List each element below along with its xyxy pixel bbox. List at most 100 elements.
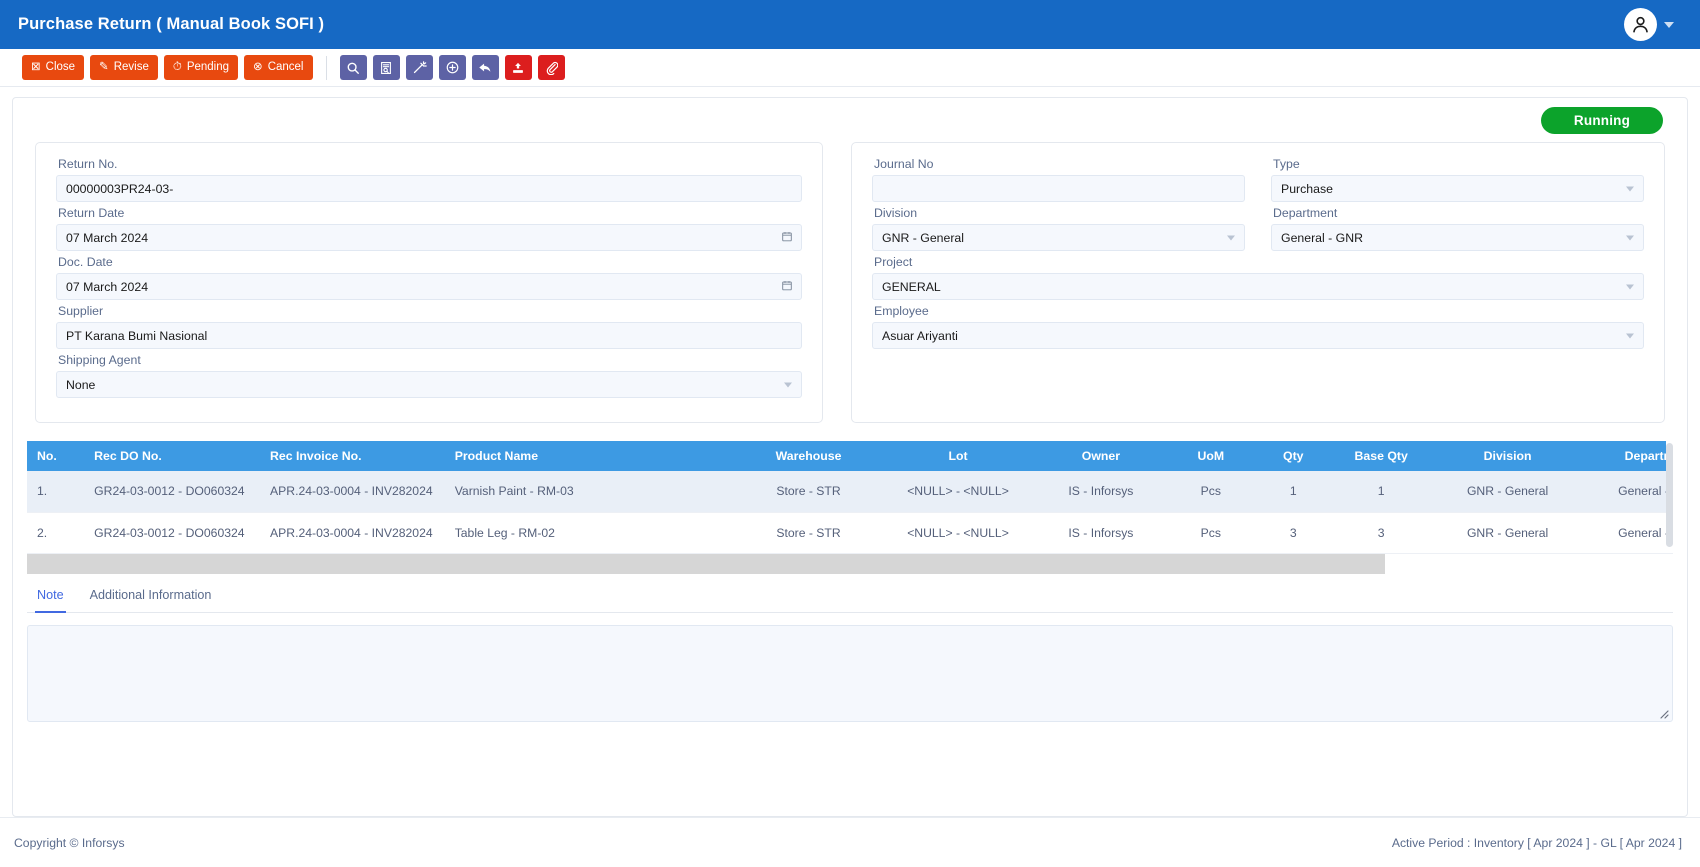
col-rec-do-no[interactable]: Rec DO No. bbox=[84, 441, 261, 471]
col-no[interactable]: No. bbox=[27, 441, 85, 471]
add-button[interactable] bbox=[438, 55, 466, 80]
tab-note[interactable]: Note bbox=[35, 586, 66, 613]
field-return-date: Return Date 07 March 2024 bbox=[56, 206, 802, 251]
revise-button[interactable]: ✎ Revise bbox=[90, 55, 158, 80]
search-button[interactable] bbox=[339, 55, 367, 80]
col-product-name[interactable]: Product Name bbox=[444, 441, 736, 471]
cell-no: 2. bbox=[27, 512, 85, 554]
field-supplier: Supplier PT Karana Bumi Nasional bbox=[56, 304, 802, 349]
cell-uom: Pcs bbox=[1166, 471, 1255, 513]
field-journal-no: Journal No bbox=[872, 157, 1245, 202]
note-textarea[interactable] bbox=[27, 624, 1673, 722]
field-doc-date: Doc. Date 07 March 2024 bbox=[56, 255, 802, 300]
type-label: Type bbox=[1273, 157, 1300, 171]
cell-base-qty: 1 bbox=[1331, 471, 1431, 513]
pencil-square-icon: ✎ bbox=[99, 60, 109, 73]
document-search-button[interactable] bbox=[372, 55, 400, 80]
field-return-no: Return No. 00000003PR24-03- bbox=[56, 157, 802, 202]
chevron-down-icon[interactable] bbox=[1626, 333, 1634, 338]
employee-value: Asuar Ariyanti bbox=[882, 328, 958, 343]
detail-table-viewport[interactable]: No. Rec DO No. Rec Invoice No. Product N… bbox=[27, 441, 1673, 574]
chevron-down-icon[interactable] bbox=[1626, 186, 1634, 191]
horizontal-scrollbar[interactable] bbox=[27, 553, 1385, 574]
journal-no-label: Journal No bbox=[874, 157, 934, 171]
close-box-icon: ⊠ bbox=[31, 60, 41, 73]
supplier-input[interactable]: PT Karana Bumi Nasional bbox=[56, 322, 802, 349]
toolbar-divider bbox=[325, 55, 327, 80]
project-label: Project bbox=[874, 255, 913, 269]
undo-button[interactable] bbox=[471, 55, 499, 80]
left-form-panel: Return No. 00000003PR24-03- Return Date … bbox=[35, 142, 823, 423]
close-button[interactable]: ⊠ Close bbox=[22, 55, 85, 80]
cancel-button[interactable]: ⊗ Cancel bbox=[244, 55, 313, 80]
bottom-tabs-container: Note Additional Information bbox=[27, 586, 1673, 613]
doc-date-label: Doc. Date bbox=[58, 255, 113, 269]
supplier-label: Supplier bbox=[58, 304, 104, 318]
col-lot[interactable]: Lot bbox=[881, 441, 1035, 471]
return-date-input[interactable]: 07 March 2024 bbox=[56, 224, 802, 251]
vertical-scrollbar[interactable] bbox=[1666, 441, 1673, 549]
project-select[interactable]: GENERAL bbox=[872, 273, 1644, 300]
tab-additional-information[interactable]: Additional Information bbox=[88, 586, 214, 613]
chevron-down-icon[interactable] bbox=[1227, 235, 1235, 240]
division-department-row: Division GNR - General Department Genera… bbox=[872, 206, 1644, 255]
magic-wand-button[interactable] bbox=[405, 55, 433, 80]
cell-department: General - GNR bbox=[1584, 471, 1673, 513]
type-value: Purchase bbox=[1281, 181, 1333, 196]
active-period-text: Active Period : Inventory [ Apr 2024 ] -… bbox=[1391, 835, 1682, 850]
clock-icon: ⏱ bbox=[172, 60, 182, 73]
cell-owner: IS - Inforsys bbox=[1034, 471, 1167, 513]
division-label: Division bbox=[874, 206, 918, 220]
col-qty[interactable]: Qty bbox=[1254, 441, 1332, 471]
cell-warehouse: Store - STR bbox=[735, 512, 882, 554]
chevron-down-icon[interactable] bbox=[1626, 235, 1634, 240]
cell-uom: Pcs bbox=[1166, 512, 1255, 554]
cell-base-qty: 3 bbox=[1331, 512, 1431, 554]
journal-type-row: Journal No Type Purchase bbox=[872, 157, 1644, 206]
journal-no-input[interactable] bbox=[872, 175, 1245, 202]
calendar-icon[interactable] bbox=[781, 230, 793, 245]
upload-button[interactable] bbox=[504, 55, 532, 80]
shipping-agent-select[interactable]: None bbox=[56, 371, 802, 398]
table-row[interactable]: 1. GR24-03-0012 - DO060324 APR.24-03-000… bbox=[27, 471, 1673, 513]
form-panels: Return No. 00000003PR24-03- Return Date … bbox=[13, 136, 1687, 423]
field-employee: Employee Asuar Ariyanti bbox=[872, 304, 1644, 349]
chevron-down-icon[interactable] bbox=[1664, 21, 1674, 28]
type-select[interactable]: Purchase bbox=[1271, 175, 1644, 202]
return-no-input[interactable]: 00000003PR24-03- bbox=[56, 175, 802, 202]
return-no-label: Return No. bbox=[58, 157, 118, 171]
col-division[interactable]: Division bbox=[1430, 441, 1585, 471]
chevron-down-icon[interactable] bbox=[784, 382, 792, 387]
col-warehouse[interactable]: Warehouse bbox=[735, 441, 882, 471]
attachment-button[interactable] bbox=[537, 55, 565, 80]
cell-division: GNR - General bbox=[1430, 471, 1585, 513]
detail-table-head: No. Rec DO No. Rec Invoice No. Product N… bbox=[27, 441, 1673, 471]
division-select[interactable]: GNR - General bbox=[872, 224, 1245, 251]
detail-table-body: 1. GR24-03-0012 - DO060324 APR.24-03-000… bbox=[27, 471, 1673, 554]
cell-rec-do-no: GR24-03-0012 - DO060324 bbox=[84, 471, 261, 513]
col-rec-invoice-no[interactable]: Rec Invoice No. bbox=[260, 441, 445, 471]
table-row[interactable]: 2. GR24-03-0012 - DO060324 APR.24-03-000… bbox=[27, 512, 1673, 554]
employee-select[interactable]: Asuar Ariyanti bbox=[872, 322, 1644, 349]
col-base-qty[interactable]: Base Qty bbox=[1331, 441, 1431, 471]
add-circle-icon bbox=[445, 60, 460, 75]
calendar-icon[interactable] bbox=[781, 279, 793, 294]
action-toolbar: ⊠ Close ✎ Revise ⏱ Pending ⊗ Cancel bbox=[0, 49, 1700, 87]
avatar[interactable] bbox=[1624, 8, 1657, 41]
user-menu[interactable] bbox=[1624, 8, 1686, 41]
document-search-icon bbox=[379, 61, 393, 75]
doc-date-input[interactable]: 07 March 2024 bbox=[56, 273, 802, 300]
col-uom[interactable]: UoM bbox=[1166, 441, 1255, 471]
division-value: GNR - General bbox=[882, 230, 965, 245]
vertical-scrollbar-thumb[interactable] bbox=[1666, 443, 1673, 547]
pending-button[interactable]: ⏱ Pending bbox=[163, 55, 239, 80]
chevron-down-icon[interactable] bbox=[1626, 284, 1634, 289]
cell-rec-do-no: GR24-03-0012 - DO060324 bbox=[84, 512, 261, 554]
col-department[interactable]: Department bbox=[1584, 441, 1673, 471]
status-badge: Running bbox=[1541, 107, 1663, 134]
detail-table-container: No. Rec DO No. Rec Invoice No. Product N… bbox=[27, 441, 1673, 574]
col-owner[interactable]: Owner bbox=[1034, 441, 1167, 471]
department-select[interactable]: General - GNR bbox=[1271, 224, 1644, 251]
note-panel bbox=[27, 624, 1673, 722]
doc-date-value: 07 March 2024 bbox=[66, 279, 149, 294]
